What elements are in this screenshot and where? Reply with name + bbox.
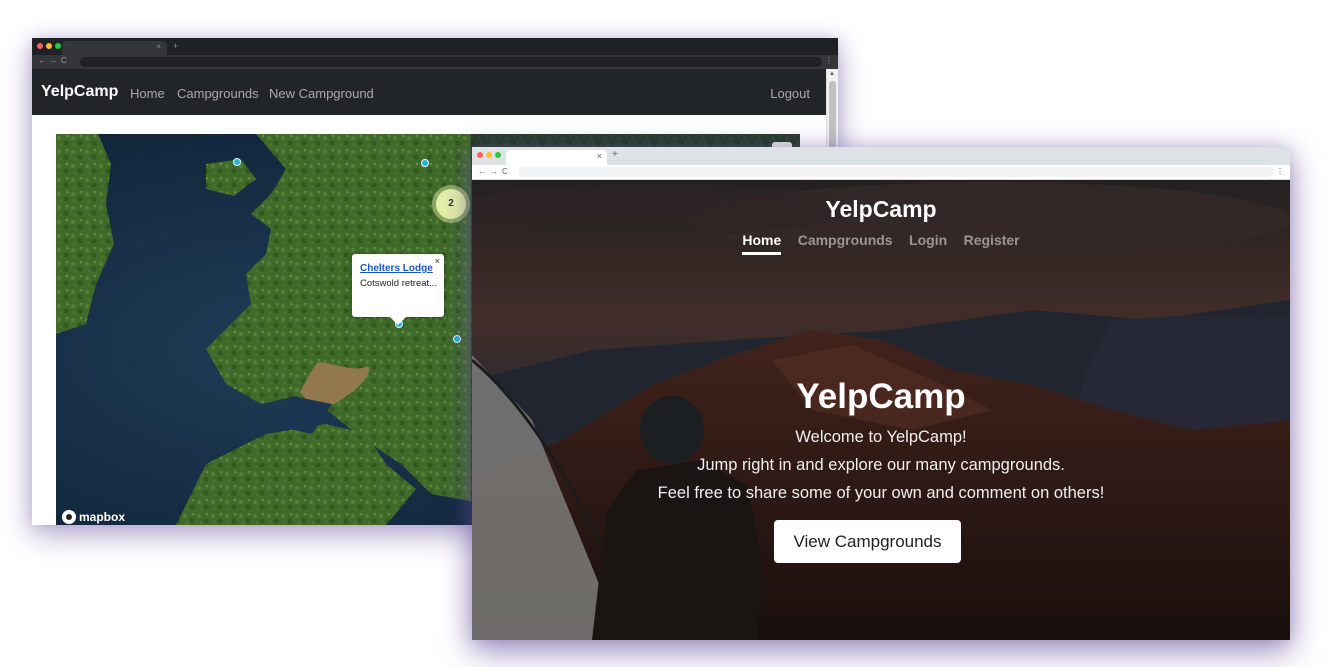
reload-icon[interactable]: C [502, 167, 508, 176]
popup-close-icon[interactable]: × [435, 256, 440, 266]
nav-link-campgrounds[interactable]: Campgrounds [798, 232, 893, 252]
reload-icon[interactable]: C [61, 56, 67, 65]
scroll-up-icon[interactable]: ▲ [829, 71, 835, 77]
close-window-icon[interactable] [37, 43, 43, 49]
maximize-window-icon[interactable] [55, 43, 61, 49]
hero-welcome-text: Welcome to YelpCamp! [795, 428, 967, 446]
hero-share-text: Feel free to share some of your own and … [657, 484, 1105, 502]
browser-toolbar: ← → C ⋮ [472, 165, 1290, 180]
hero-title: YelpCamp [796, 377, 966, 416]
address-bar[interactable] [518, 167, 1274, 177]
view-campgrounds-button[interactable]: View Campgrounds [774, 520, 961, 563]
hero-nav: Home Campgrounds Login Register [472, 232, 1290, 255]
tab-close-icon[interactable]: × [156, 42, 161, 51]
hero-explore-text: Jump right in and explore our many campg… [697, 456, 1065, 474]
cluster-marker[interactable]: 2 [436, 189, 466, 219]
marker-popup: × Chelters Lodge Cotswold retreat... [352, 254, 444, 325]
close-window-icon[interactable] [477, 152, 483, 158]
back-icon[interactable]: ← [478, 167, 486, 176]
navbar-brand[interactable]: YelpCamp [41, 83, 118, 101]
new-tab-icon[interactable]: + [173, 41, 178, 51]
back-icon[interactable]: ← [38, 56, 46, 65]
nav-link-campgrounds[interactable]: Campgrounds [177, 86, 259, 101]
nav-link-new-campground[interactable]: New Campground [269, 86, 374, 101]
browser-menu-icon[interactable]: ⋮ [825, 56, 833, 65]
maximize-window-icon[interactable] [495, 152, 501, 158]
campground-marker[interactable] [421, 159, 429, 167]
window-controls [477, 152, 501, 158]
browser-menu-icon[interactable]: ⋮ [1276, 167, 1284, 176]
browser-toolbar: ← → C ⋮ [32, 55, 838, 69]
nav-link-home[interactable]: Home [742, 232, 782, 255]
forward-icon[interactable]: → [490, 167, 498, 176]
nav-link-home[interactable]: Home [130, 86, 165, 101]
forward-icon[interactable]: → [49, 56, 57, 65]
campground-marker[interactable] [453, 335, 461, 343]
mapbox-icon [62, 510, 76, 524]
tab-close-icon[interactable]: × [597, 151, 602, 161]
nav-link-register[interactable]: Register [964, 232, 1020, 252]
popup-title-link[interactable]: Chelters Lodge [360, 263, 444, 274]
browser-tab[interactable]: × [62, 41, 167, 55]
hero-brand[interactable]: YelpCamp [472, 196, 1290, 223]
hero-section: YelpCamp Home Campgrounds Login Register… [472, 180, 1290, 640]
navbar: YelpCamp Home Campgrounds New Campground… [32, 69, 826, 115]
browser-tab-strip: × + [472, 147, 1290, 165]
nav-link-login[interactable]: Login [909, 232, 947, 252]
address-bar[interactable] [80, 57, 822, 67]
window-controls [37, 43, 61, 49]
browser-tab-strip: × + [32, 38, 838, 55]
new-tab-icon[interactable]: + [612, 149, 618, 160]
mapbox-logo[interactable]: mapbox [62, 510, 125, 524]
minimize-window-icon[interactable] [486, 152, 492, 158]
mapbox-wordmark: mapbox [79, 510, 126, 524]
minimize-window-icon[interactable] [46, 43, 52, 49]
nav-link-logout[interactable]: Logout [770, 86, 810, 101]
browser-tab[interactable]: × [506, 150, 607, 165]
popup-description: Cotswold retreat... [360, 278, 438, 289]
campground-marker[interactable] [233, 158, 241, 166]
landing-browser-window: × + ← → C ⋮ YelpCamp Home Campgrounds Lo… [472, 147, 1290, 640]
